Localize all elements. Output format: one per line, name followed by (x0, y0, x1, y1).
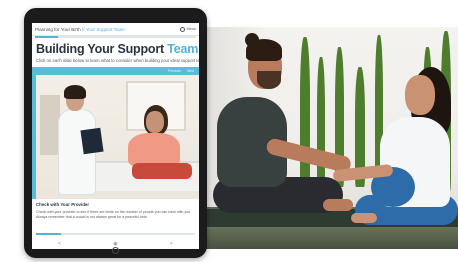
page-title-main: Building Your Support (36, 42, 164, 56)
next-page-icon[interactable]: > (170, 241, 173, 247)
yoga-couple-photo (205, 27, 458, 249)
man-foot (323, 199, 353, 211)
slider-prev-button[interactable]: Previous (168, 69, 181, 73)
slide-caption: Check with Your Provider Check with your… (32, 199, 199, 219)
page-instruction: Click on each slide below to learn what … (36, 58, 199, 63)
caption-text: Check with your provider to see if there… (36, 210, 192, 219)
promo-composite: Planning for Your Birth // Your Support … (0, 0, 458, 262)
tablet-device: Planning for Your Birth // Your Support … (24, 8, 207, 258)
woman-head (405, 75, 435, 115)
tablet-home-button[interactable] (112, 247, 119, 254)
menu-label[interactable]: Menu (187, 27, 197, 31)
clipboard (80, 127, 104, 155)
patient-legs (132, 163, 192, 179)
breadcrumb-separator: // (82, 26, 85, 32)
breadcrumb-course[interactable]: Planning for Your Birth (35, 27, 81, 32)
man-beard (257, 71, 281, 89)
slider-next-button[interactable]: Next (187, 69, 194, 73)
prev-page-icon[interactable]: < (58, 241, 61, 247)
cactus-plant (300, 37, 310, 187)
doctor-hair (64, 85, 86, 99)
header-controls: Menu (180, 26, 197, 32)
breadcrumb: Planning for Your Birth // Your Support … (35, 27, 125, 32)
patient-body (128, 133, 180, 167)
tablet-screen: Planning for Your Birth // Your Support … (32, 23, 199, 249)
slide-progress-fill (36, 233, 62, 235)
course-header: Planning for Your Birth // Your Support … (32, 23, 199, 36)
woman-feet (351, 213, 377, 223)
caption-title: Check with Your Provider (36, 202, 90, 207)
slider-controls: Previous Next (32, 67, 199, 75)
page-title-accent: Team (167, 42, 199, 56)
man-hair-bun (245, 33, 259, 47)
breadcrumb-current: Your Support Team (85, 26, 125, 32)
patient-head (146, 111, 164, 133)
image-slider[interactable]: Previous Next (32, 67, 199, 199)
menu-icon[interactable] (180, 26, 185, 32)
doctor-patient-image[interactable] (36, 75, 199, 199)
shelf (40, 95, 60, 155)
slide-progress-bar (36, 233, 195, 235)
page-title: Building Your Support Team (32, 38, 199, 56)
